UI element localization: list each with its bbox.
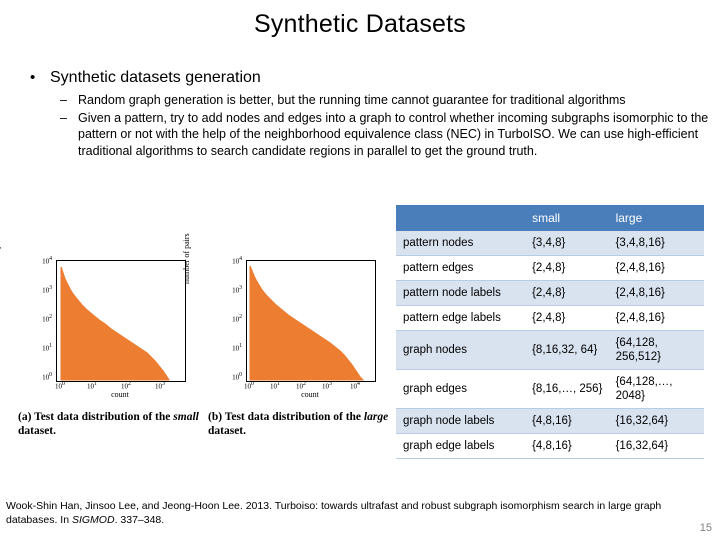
row-label: pattern edges: [396, 255, 526, 281]
figure-b-ytick: 103: [232, 285, 242, 295]
row-small-value: {8,16,32, 64}: [525, 330, 609, 370]
row-large-value: {16,32,64}: [608, 433, 704, 459]
row-large-value: {2,4,8,16}: [608, 305, 704, 331]
row-label: graph node labels: [396, 408, 526, 434]
figure-b-ytick: 100: [232, 372, 242, 382]
row-small-value: {4,8,16}: [525, 433, 609, 459]
figure-a-ytick: 101: [42, 343, 52, 353]
table-row: pattern node labels {2,4,8} {2,4,8,16}: [396, 280, 704, 306]
figure-b-caption: (b) Test data distribution of the large …: [208, 410, 393, 438]
figure-a-ytick: 104: [42, 256, 52, 266]
bullet-glyph-icon: •: [30, 69, 36, 86]
figure-b-caption-italic: large: [363, 411, 389, 423]
figure-a-ytick: 103: [42, 285, 52, 295]
figure-a-xtick: 102: [121, 381, 131, 391]
figure-a-caption-part1: (a) Test data distribution of the: [18, 411, 174, 423]
figure-b-series: [249, 265, 365, 381]
figure-b-caption-part1: (b) Test data distribution of the: [208, 411, 364, 423]
table-header-row: small large: [396, 205, 704, 231]
table-header-large: large: [608, 205, 704, 231]
figure-b-plot: number of pairs 104 103 102 101 100 100 …: [182, 233, 386, 404]
figure-a-series: [60, 266, 170, 381]
row-small-value: {2,4,8}: [525, 280, 609, 306]
figure-b-xtick: 103: [322, 381, 332, 391]
row-label: pattern nodes: [396, 231, 526, 256]
row-small-value: {2,4,8}: [525, 255, 609, 281]
figure-b-xlabel: count: [301, 390, 319, 399]
dash-glyph-icon: –: [60, 93, 67, 107]
row-small-value: {4,8,16}: [525, 408, 609, 434]
table-header-small: small: [525, 205, 609, 231]
dash-glyph-icon: –: [60, 110, 67, 125]
figure-a-ytick: 102: [42, 314, 52, 324]
bullet-level2-item: – Random graph generation is better, but…: [14, 92, 714, 109]
figure-b-ytick: 102: [232, 314, 242, 324]
row-label: pattern edge labels: [396, 305, 526, 331]
bullet-list: • Synthetic datasets generation – Random…: [14, 68, 714, 160]
slide: Synthetic Datasets • Synthetic datasets …: [0, 0, 720, 540]
row-large-value: {16,32,64}: [608, 408, 704, 434]
figure-b-axes: [246, 260, 376, 382]
row-label: pattern node labels: [396, 280, 526, 306]
row-large-value: {64,128,…, 2048}: [608, 369, 704, 409]
page-number: 15: [699, 522, 712, 534]
table-row: pattern edge labels {2,4,8} {2,4,8,16}: [396, 305, 704, 331]
row-small-value: {2,4,8}: [525, 305, 609, 331]
page-title: Synthetic Datasets: [253, 10, 467, 38]
row-large-value: {2,4,8,16}: [608, 255, 704, 281]
figure-a-ytick: 100: [42, 372, 52, 382]
figure-b-xtick: 104: [350, 381, 360, 391]
bullet-level2-text: Given a pattern, try to add nodes and ed…: [78, 110, 709, 158]
figure-b-xtick: 101: [270, 381, 280, 391]
row-small-value: {8,16,…, 256}: [525, 369, 609, 409]
figure-b-ytick: 104: [232, 256, 242, 266]
figure-b-xtick: 100: [244, 381, 254, 391]
datasets-table: small large pattern nodes {3,4,8} {3,4,8…: [396, 205, 704, 459]
figure-a-xlabel: count: [111, 390, 129, 399]
row-small-value: {3,4,8}: [525, 231, 609, 256]
figure-a-xtick: 103: [155, 381, 165, 391]
table-row: graph node labels {4,8,16} {16,32,64}: [396, 408, 704, 434]
footnote-citation: Wook-Shin Han, Jinsoo Lee, and Jeong-Hoo…: [6, 500, 696, 527]
row-label: graph edge labels: [396, 433, 526, 459]
bullet-level2-item: – Given a pattern, try to add nodes and …: [14, 110, 714, 160]
figure-a-caption-tail: dataset.: [18, 425, 57, 437]
footnote-part2: . 337–348.: [114, 513, 165, 526]
row-large-value: {64,128, 256,512}: [608, 330, 704, 370]
figure-a: number of pairs 104 103 102 101 100 100 …: [0, 233, 199, 437]
table-row: pattern edges {2,4,8} {2,4,8,16}: [396, 255, 704, 281]
bullet-level1: • Synthetic datasets generation: [14, 68, 714, 88]
table-row: graph edge labels {4,8,16} {16,32,64}: [396, 433, 704, 459]
figure-a-xtick: 101: [87, 381, 97, 391]
figure-a-xtick: 100: [55, 381, 65, 391]
footnote-venue: SIGMOD: [71, 513, 115, 526]
figure-a-caption-italic: small: [173, 411, 199, 423]
row-label: graph nodes: [396, 330, 526, 370]
table-row: pattern nodes {3,4,8} {3,4,8,16}: [396, 231, 704, 256]
figure-b-ylabel: number of pairs: [182, 233, 191, 284]
bullet-level2-text: Random graph generation is better, but t…: [78, 93, 626, 107]
row-large-value: {2,4,8,16}: [608, 280, 704, 306]
table-header-blank: [396, 205, 526, 231]
figure-b-xtick: 102: [296, 381, 306, 391]
figure-a-caption: (a) Test data distribution of the small …: [18, 410, 203, 438]
figure-b-caption-tail: dataset.: [208, 425, 247, 437]
row-large-value: {3,4,8,16}: [608, 231, 704, 256]
table-row: graph nodes {8,16,32, 64} {64,128, 256,5…: [396, 330, 704, 370]
row-label: graph edges: [396, 369, 526, 409]
table-row: graph edges {8,16,…, 256} {64,128,…, 204…: [396, 369, 704, 409]
figure-a-ylabel: number of pairs: [0, 233, 1, 284]
figure-a-axes: [56, 260, 186, 382]
figure-b-ytick: 101: [232, 343, 242, 353]
figure-b: number of pairs 104 103 102 101 100 100 …: [182, 233, 388, 437]
figure-a-plot: number of pairs 104 103 102 101 100 100 …: [0, 233, 196, 404]
bullet-level1-text: Synthetic datasets generation: [50, 69, 261, 86]
